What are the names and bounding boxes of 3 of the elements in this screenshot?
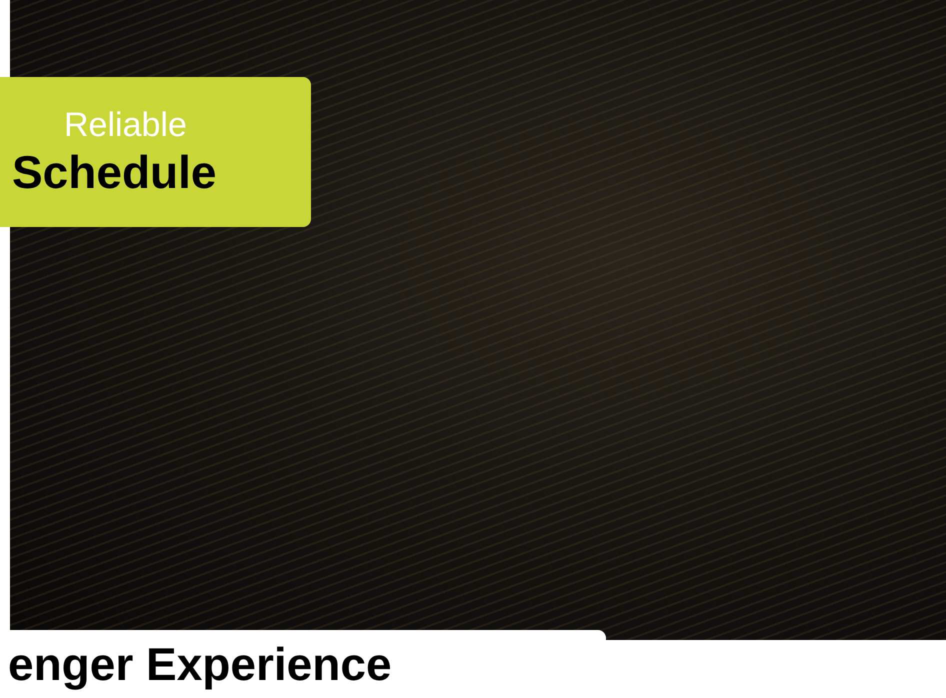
caption-heading: enger Experience (8, 637, 392, 691)
title-subtitle: Reliable (64, 105, 188, 146)
title-heading: Schedule (12, 146, 218, 199)
